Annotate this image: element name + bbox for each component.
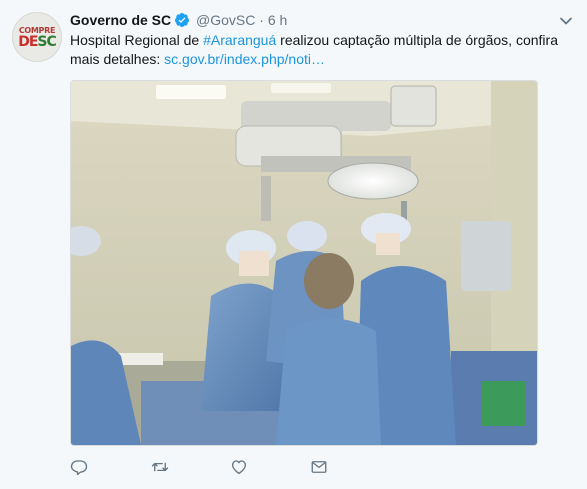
hashtag-link[interactable]: #Araranguá (203, 32, 276, 48)
verified-badge-icon (174, 12, 190, 32)
heart-icon[interactable] (230, 457, 310, 477)
reply-icon[interactable] (70, 457, 150, 477)
timestamp[interactable]: 6 h (268, 12, 287, 28)
tweet-header: Governo de SC @GovSC · 6 h (70, 11, 547, 32)
author-handle[interactable]: @GovSC (196, 12, 255, 28)
author-name[interactable]: Governo de SC (70, 12, 171, 28)
envelope-icon[interactable] (310, 457, 390, 477)
avatar[interactable]: COMPRE DESC (12, 12, 62, 62)
tweet-actions (70, 456, 390, 478)
url-link[interactable]: sc.gov.br/index.php/noti… (164, 51, 325, 67)
tweet-card[interactable]: COMPRE DESC Governo de SC @GovSC · 6 h H… (0, 0, 587, 489)
chevron-down-icon[interactable] (559, 14, 573, 28)
tweet-text: Hospital Regional de #Araranguá realizou… (70, 31, 575, 69)
tweet-media-photo[interactable] (70, 80, 538, 446)
text-before: Hospital Regional de (70, 32, 204, 48)
retweet-icon[interactable] (150, 457, 230, 477)
separator-dot: · (259, 12, 264, 28)
avatar-logo-line2: DESC (18, 33, 57, 50)
